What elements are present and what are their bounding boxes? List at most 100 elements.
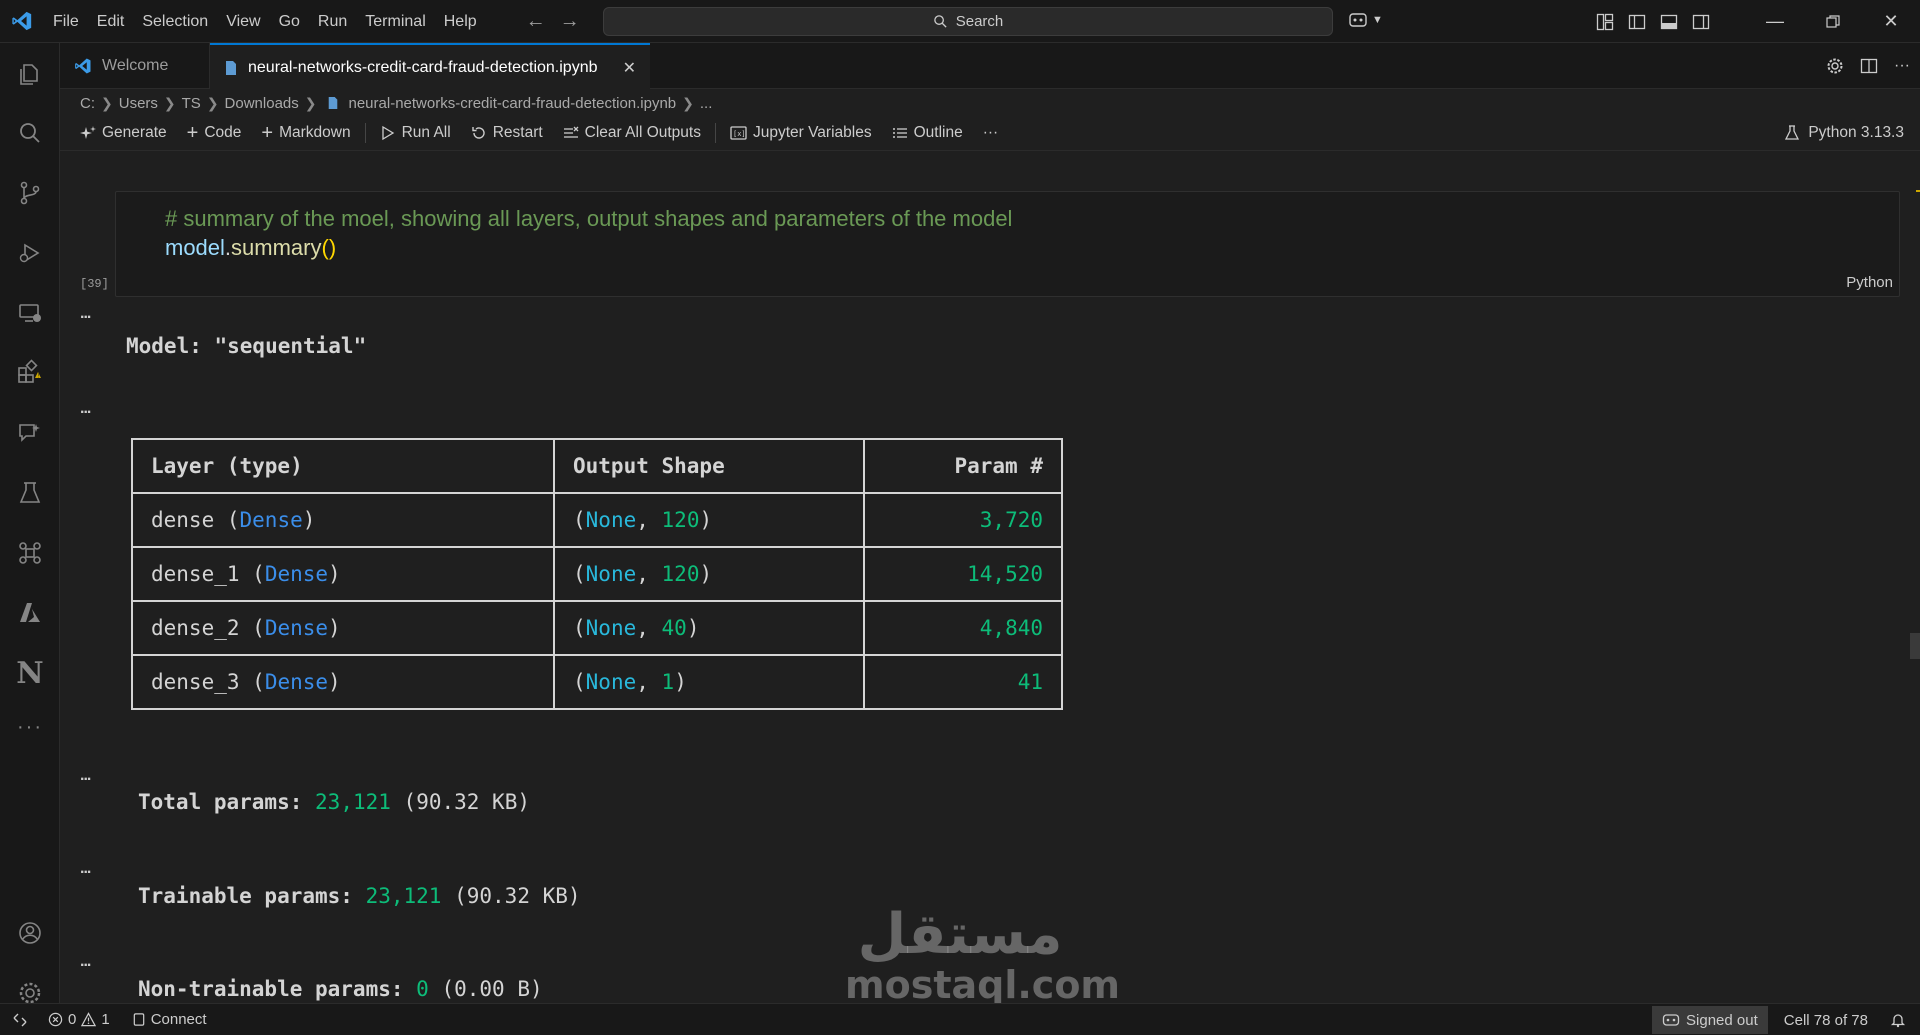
non-trainable-params-label: Non-trainable params:: [138, 977, 404, 1001]
vscode-logo-icon: [0, 0, 44, 43]
watermark-arabic: مستقل: [857, 902, 1063, 967]
remote-icon: [13, 1013, 27, 1026]
output-menu-icon[interactable]: ...: [80, 400, 91, 418]
total-params-value: 23,121: [315, 790, 391, 814]
breadcrumb-item[interactable]: TS: [182, 95, 201, 112]
menu-terminal[interactable]: Terminal: [356, 0, 434, 43]
gear-icon[interactable]: [1826, 57, 1844, 75]
close-icon[interactable]: ✕: [623, 58, 636, 78]
toggle-secondary-sidebar-icon[interactable]: [1692, 13, 1710, 31]
code-cell[interactable]: # summary of the moel, showing all layer…: [115, 191, 1900, 297]
customize-layout-icon[interactable]: [1596, 13, 1614, 31]
notion-icon[interactable]: N: [0, 649, 60, 697]
breadcrumb-item[interactable]: ...: [700, 95, 713, 112]
menu-help[interactable]: Help: [435, 0, 486, 43]
output-menu-icon[interactable]: ...: [80, 953, 91, 971]
kernel-picker[interactable]: Python 3.13.3: [1784, 117, 1904, 149]
output-menu-icon[interactable]: ...: [80, 767, 91, 785]
account-icon[interactable]: [0, 909, 60, 957]
breadcrumb-item[interactable]: Downloads: [225, 95, 299, 112]
cell-position[interactable]: Cell 78 of 78: [1776, 1004, 1876, 1035]
chevron-right-icon: ❯: [101, 94, 113, 111]
non-trainable-params-line: Non-trainable params: 0 (0.00 B): [138, 977, 543, 1001]
toolbar-divider-line: [60, 150, 1920, 151]
generate-button[interactable]: Generate: [70, 117, 177, 149]
list-icon: [892, 128, 907, 138]
clear-outputs-label: Clear All Outputs: [584, 124, 701, 141]
breadcrumb-item[interactable]: neural-networks-credit-card-fraud-detect…: [349, 95, 677, 112]
toggle-primary-sidebar-icon[interactable]: [1628, 13, 1646, 31]
api-icon[interactable]: [0, 529, 60, 577]
remote-indicator[interactable]: [0, 1004, 40, 1035]
scrollbar-thumb[interactable]: [1910, 633, 1920, 659]
overview-ruler-mark: [1916, 190, 1920, 192]
layer-name: dense_1: [151, 562, 240, 586]
layer-type: Dense: [264, 562, 329, 586]
split-editor-icon[interactable]: [1860, 57, 1878, 75]
toggle-panel-icon[interactable]: [1660, 13, 1678, 31]
source-control-icon[interactable]: [0, 169, 60, 217]
add-markdown-button[interactable]: + Markdown: [251, 117, 360, 149]
chat-icon[interactable]: [0, 409, 60, 457]
chevron-right-icon: ❯: [206, 94, 219, 111]
tab-welcome[interactable]: Welcome: [60, 43, 210, 89]
column-header: Param #: [863, 438, 1063, 494]
azure-icon[interactable]: [0, 589, 60, 637]
watermark-latin: mostaql.com: [845, 963, 1121, 1007]
jupyter-variables-button[interactable]: [x] Jupyter Variables: [720, 117, 882, 149]
clear-all-icon: [563, 126, 579, 138]
editor-tab-bar: Welcome neural-networks-credit-card-frau…: [60, 43, 1920, 90]
play-icon: [381, 125, 394, 141]
menu-go[interactable]: Go: [270, 0, 309, 43]
cell-language[interactable]: Python: [1846, 274, 1893, 291]
layer-cell: dense (Dense): [131, 492, 555, 548]
files-icon[interactable]: [0, 50, 60, 98]
run-all-button[interactable]: Run All: [370, 117, 461, 149]
table-row: dense_3 (Dense) (None, 1) 41: [131, 654, 1063, 710]
copilot-icon[interactable]: ▼: [1348, 10, 1383, 30]
tab-notebook[interactable]: neural-networks-credit-card-fraud-detect…: [210, 43, 650, 90]
notebook-file-icon: [226, 60, 236, 75]
close-window-icon[interactable]: ✕: [1862, 0, 1920, 43]
more-actions-icon[interactable]: ···: [1894, 57, 1910, 75]
connect-button[interactable]: Connect: [124, 1004, 215, 1035]
model-summary-table: Layer (type) Output Shape Param # dense …: [131, 438, 1063, 710]
breadcrumb-item[interactable]: Users: [119, 95, 158, 112]
search-icon[interactable]: [0, 109, 60, 157]
menu-selection[interactable]: Selection: [133, 0, 217, 43]
status-bar: 0 1 Connect Signed out Cell 78 of 78: [0, 1003, 1920, 1035]
breadcrumb-item[interactable]: C:: [80, 95, 95, 112]
back-arrow-icon[interactable]: ←: [526, 10, 546, 33]
testing-icon[interactable]: [0, 469, 60, 517]
output-menu-icon[interactable]: ...: [80, 305, 91, 323]
search-icon: [933, 15, 947, 28]
run-debug-icon[interactable]: [0, 229, 60, 277]
minimize-icon[interactable]: —: [1746, 0, 1804, 43]
shape-none: None: [585, 508, 637, 532]
menu-file[interactable]: File: [44, 0, 88, 43]
remote-explorer-icon[interactable]: [0, 289, 60, 337]
command-center-search[interactable]: Search: [603, 7, 1333, 36]
output-menu-icon[interactable]: ...: [80, 860, 91, 878]
menu-view[interactable]: View: [217, 0, 269, 43]
signed-out-badge[interactable]: Signed out: [1652, 1006, 1768, 1034]
more-icon[interactable]: ···: [0, 703, 60, 751]
trainable-params-value: 23,121: [365, 884, 442, 908]
forward-arrow-icon[interactable]: →: [560, 10, 580, 33]
more-toolbar-label: ···: [982, 124, 999, 141]
outline-button[interactable]: Outline: [882, 117, 973, 149]
clear-outputs-button[interactable]: Clear All Outputs: [553, 117, 711, 149]
more-toolbar-button[interactable]: ···: [973, 117, 1009, 149]
non-trainable-params-value: 0: [416, 977, 429, 1001]
add-code-button[interactable]: + Code: [177, 117, 252, 149]
tab-welcome-label: Welcome: [102, 57, 169, 74]
problems-indicator[interactable]: 0 1: [40, 1004, 118, 1035]
menu-run[interactable]: Run: [309, 0, 356, 43]
menu-edit[interactable]: Edit: [88, 0, 134, 43]
notifications-icon[interactable]: [1876, 1004, 1920, 1035]
layer-cell: dense_3 (Dense): [131, 654, 555, 710]
extensions-icon[interactable]: !: [0, 349, 60, 397]
plus-icon: +: [261, 121, 274, 144]
restore-icon[interactable]: [1804, 0, 1862, 43]
restart-button[interactable]: Restart: [461, 117, 553, 149]
